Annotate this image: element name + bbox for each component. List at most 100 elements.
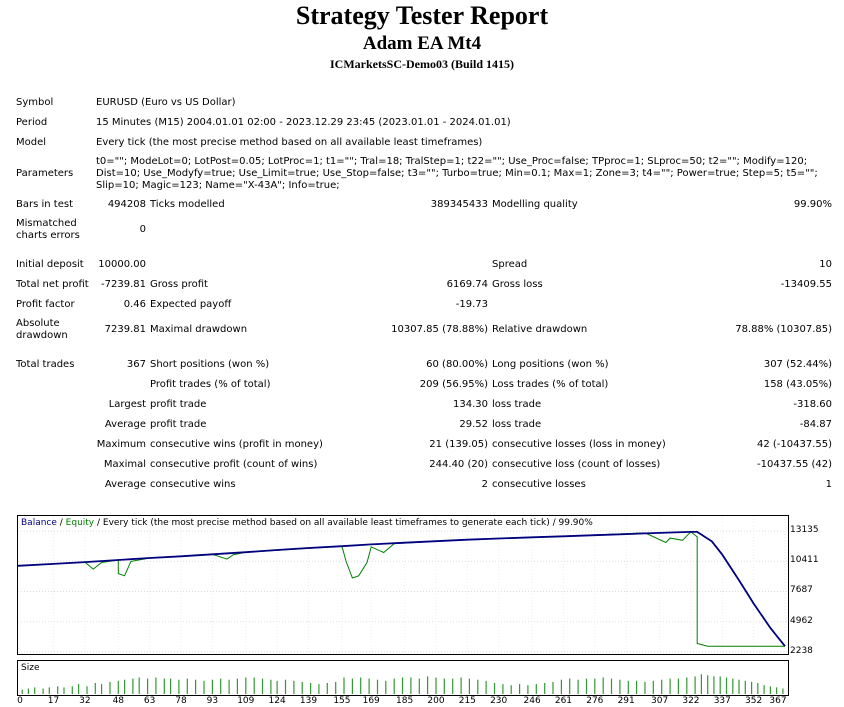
- max-cw-label: consecutive wins (profit in money): [150, 439, 323, 450]
- size-bar: [195, 679, 197, 694]
- size-bar: [57, 686, 59, 694]
- avg-cw-label: consecutive wins: [150, 479, 236, 490]
- x-tick-label: 32: [79, 696, 91, 706]
- max-cw-value: 21 (139.05): [429, 439, 488, 450]
- pf-label: Profit factor: [16, 299, 75, 310]
- size-bar: [155, 677, 157, 694]
- gross-profit-value: 6169.74: [446, 279, 488, 290]
- parameters-label: Parameters: [16, 168, 74, 179]
- size-bar: [186, 678, 188, 694]
- size-bar: [769, 686, 771, 694]
- size-bar: [738, 679, 740, 694]
- mismatch-label: Mismatched charts errors: [16, 218, 80, 241]
- max-cl-value: 42 (-10437.55): [757, 439, 833, 450]
- net-value: -7239.81: [101, 279, 146, 290]
- row-trades: Total trades 367 Short positions (won %)…: [14, 355, 834, 375]
- rel-dd-value: 78.88% (10307.85): [735, 324, 833, 335]
- deposit-value: 10000.00: [98, 259, 146, 270]
- avg-cl-value: 1: [825, 479, 833, 490]
- size-bar: [34, 687, 36, 694]
- size-bar: [138, 677, 140, 694]
- row-average: Average profit trade 29.52 loss trade -8…: [14, 415, 834, 435]
- largest-loss-value: -318.60: [793, 399, 833, 410]
- row-profit-trades: Profit trades (% of total) 209 (56.95%) …: [14, 375, 834, 395]
- size-bar: [326, 683, 328, 694]
- size-bar: [544, 683, 546, 694]
- size-bar: [552, 681, 554, 694]
- size-bar: [669, 678, 671, 694]
- x-tick-label: 261: [554, 696, 573, 706]
- bars-value: 494208: [107, 199, 146, 210]
- size-bar: [410, 677, 412, 694]
- short-label: Short positions (won %): [150, 359, 270, 370]
- size-bar: [493, 683, 496, 694]
- size-bar: [619, 679, 621, 694]
- row-period: Period 15 Minutes (M15) 2004.01.01 02:00…: [14, 113, 834, 133]
- size-bar: [147, 678, 149, 694]
- size-plot: [21, 674, 784, 694]
- y-tick-label: 13135: [790, 525, 819, 535]
- spread-value: 10: [819, 259, 833, 270]
- row-average-consecutive: Average consecutive wins 2 consecutive l…: [14, 475, 834, 495]
- average-label: Average: [104, 419, 146, 430]
- net-label: Total net profit: [16, 279, 89, 290]
- size-bar: [42, 688, 44, 694]
- symbol-value: EURUSD (Euro vs US Dollar): [96, 97, 236, 108]
- size-bar: [468, 678, 470, 694]
- report-title: Strategy Tester Report: [295, 1, 549, 30]
- size-bar: [594, 678, 596, 694]
- report-table: Symbol EURUSD (Euro vs US Dollar) Period…: [14, 93, 834, 495]
- long-value: 307 (52.44%): [763, 359, 833, 370]
- y-tick-label: 7687: [790, 585, 813, 596]
- size-bar: [376, 679, 379, 694]
- size-bar: [677, 678, 679, 694]
- x-tick-label: 322: [682, 696, 700, 706]
- balance-equity-plot: [18, 516, 788, 654]
- size-bar: [485, 680, 487, 694]
- ep-value: -19.73: [455, 299, 488, 310]
- size-bar: [661, 679, 663, 694]
- avg-loss-value: -84.87: [799, 419, 833, 430]
- size-bar: [71, 686, 73, 694]
- size-bar: [443, 678, 445, 694]
- size-bar: [401, 677, 404, 694]
- size-bar: [385, 680, 387, 694]
- lt-value: 158 (43.05%): [763, 379, 833, 390]
- rel-dd-label: Relative drawdown: [492, 324, 588, 335]
- avg-cl-label: consecutive losses: [492, 479, 586, 490]
- size-bar: [368, 678, 370, 694]
- mx-cl-label: consecutive loss (count of losses): [492, 459, 661, 470]
- size-bar: [502, 684, 504, 694]
- model-label: Model: [16, 137, 47, 148]
- max-cl-label: consecutive losses (loss in money): [492, 439, 666, 450]
- size-bar: [318, 684, 320, 694]
- size-bar: [293, 680, 295, 694]
- size-bar: [732, 678, 734, 694]
- size-bar: [117, 680, 119, 694]
- x-tick-label: 124: [268, 696, 286, 706]
- size-bar: [245, 677, 247, 694]
- size-bar: [763, 685, 765, 694]
- size-bar: [652, 680, 654, 694]
- lt-label: Loss trades (% of total): [492, 379, 609, 390]
- size-bar: [236, 678, 238, 694]
- pt-value: 209 (56.95%): [419, 379, 488, 390]
- size-bar: [569, 678, 571, 694]
- abs-dd-value: 7239.81: [104, 324, 146, 335]
- legend-sep: /: [56, 518, 66, 528]
- size-bar: [335, 681, 337, 694]
- mx-cp-value: 244.40 (20): [429, 459, 488, 470]
- size-bar: [577, 679, 579, 694]
- size-bar: [220, 678, 222, 694]
- largest-label: Largest: [108, 399, 146, 410]
- period-value: 15 Minutes (M15) 2004.01.01 02:00 - 2023…: [96, 117, 511, 128]
- size-bar: [636, 680, 638, 694]
- size-bar: [527, 685, 529, 694]
- size-bar: [276, 680, 278, 694]
- size-bar: [393, 678, 395, 694]
- max-dd-value: 10307.85 (78.88%): [391, 324, 488, 335]
- x-tick-label: 63: [143, 696, 156, 706]
- row-bars: Bars in test 494208 Ticks modelled 38934…: [14, 195, 834, 215]
- x-tick-label: 48: [112, 696, 125, 706]
- size-bar: [270, 679, 272, 694]
